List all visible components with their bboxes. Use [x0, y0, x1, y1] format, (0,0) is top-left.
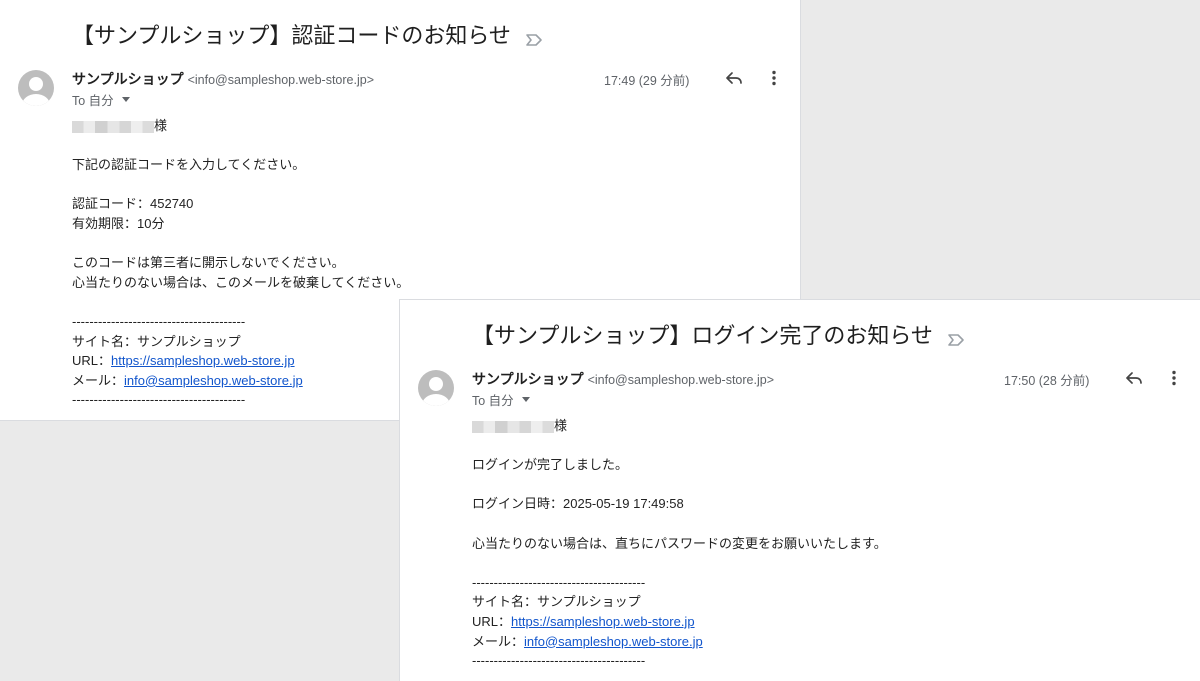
divider-line: ---------------------------------------- [72, 313, 246, 329]
reply-icon [1126, 372, 1142, 384]
mail-label: メール： [472, 633, 525, 649]
body-line: 下記の認証コードを入力してください。 [72, 157, 306, 173]
mail-link[interactable]: info@sampleshop.web-store.jp [524, 634, 703, 649]
recipient-toggle[interactable]: To 自分 [72, 90, 130, 109]
redacted-recipient-name [472, 420, 554, 433]
verification-code-line: 認証コード：452740 [72, 196, 194, 212]
email-subject: 【サンプルショップ】ログイン完了のお知らせ [472, 318, 965, 350]
sender-name[interactable]: サンプルショップ [72, 71, 184, 87]
email-timestamp: 17:50 (28 分前) [1004, 374, 1090, 388]
body-line: ログインが完了しました。 [472, 457, 629, 473]
reply-button[interactable] [1122, 366, 1146, 390]
expiry-line: 有効期限：10分 [72, 215, 165, 231]
recipient-label: To 自分 [472, 394, 514, 408]
divider-line: ---------------------------------------- [472, 574, 646, 590]
reply-icon [726, 72, 742, 84]
recipient-toggle[interactable]: To 自分 [472, 390, 530, 409]
recipient-label: To 自分 [72, 94, 114, 108]
label-important-icon[interactable] [525, 27, 543, 46]
sender-name[interactable]: サンプルショップ [472, 371, 584, 387]
label-important-icon[interactable] [947, 327, 965, 346]
more-options-button[interactable] [762, 66, 786, 90]
warning-line-2: 心当たりのない場合は、このメールを破棄してください。 [72, 274, 410, 290]
sender-address: <info@sampleshop.web-store.jp> [587, 373, 774, 387]
reply-button[interactable] [722, 66, 746, 90]
email-timestamp: 17:49 (29 分前) [604, 74, 690, 88]
site-name-line: サイト名：サンプルショップ [472, 594, 641, 610]
sender-info: サンプルショップ <info@sampleshop.web-store.jp> [472, 369, 774, 389]
warning-line: 心当たりのない場合は、直ちにパスワードの変更をお願いいたします。 [472, 535, 887, 551]
login-time-line: ログイン日時：2025-05-19 17:49:58 [472, 496, 684, 512]
url-label: URL： [72, 353, 112, 369]
sender-info: サンプルショップ <info@sampleshop.web-store.jp> [72, 69, 374, 89]
email-subject: 【サンプルショップ】認証コードのお知らせ [72, 18, 543, 50]
warning-line-1: このコードは第三者に開示しないでください。 [72, 255, 345, 271]
site-name-line: サイト名：サンプルショップ [72, 333, 241, 349]
more-options-button[interactable] [1162, 366, 1186, 390]
email-body: 様 下記の認証コードを入力してください。 認証コード：452740 有効期限：1… [72, 116, 409, 410]
mail-label: メール： [72, 372, 125, 388]
avatar-icon[interactable] [18, 70, 54, 106]
site-url-link[interactable]: https://sampleshop.web-store.jp [511, 614, 695, 629]
more-vert-icon [772, 70, 776, 86]
salutation: 様 [154, 118, 168, 133]
email-subject-text: 【サンプルショップ】ログイン完了のお知らせ [472, 323, 933, 348]
sender-address: <info@sampleshop.web-store.jp> [187, 73, 374, 87]
email-body: 様 ログインが完了しました。 ログイン日時：2025-05-19 17:49:5… [472, 416, 887, 671]
more-vert-icon [1172, 370, 1176, 386]
divider-line: ---------------------------------------- [472, 653, 646, 669]
email-subject-text: 【サンプルショップ】認証コードのお知らせ [72, 23, 511, 48]
url-label: URL： [472, 613, 512, 629]
divider-line: ---------------------------------------- [72, 392, 246, 408]
site-url-link[interactable]: https://sampleshop.web-store.jp [111, 353, 295, 368]
email-panel-login: 【サンプルショップ】ログイン完了のお知らせ サンプルショップ <info@samp… [399, 299, 1200, 681]
salutation: 様 [554, 418, 568, 433]
avatar-icon[interactable] [418, 370, 454, 406]
redacted-recipient-name [72, 120, 154, 133]
chevron-down-icon[interactable] [121, 97, 130, 102]
chevron-down-icon[interactable] [521, 397, 530, 402]
mail-link[interactable]: info@sampleshop.web-store.jp [124, 373, 303, 388]
